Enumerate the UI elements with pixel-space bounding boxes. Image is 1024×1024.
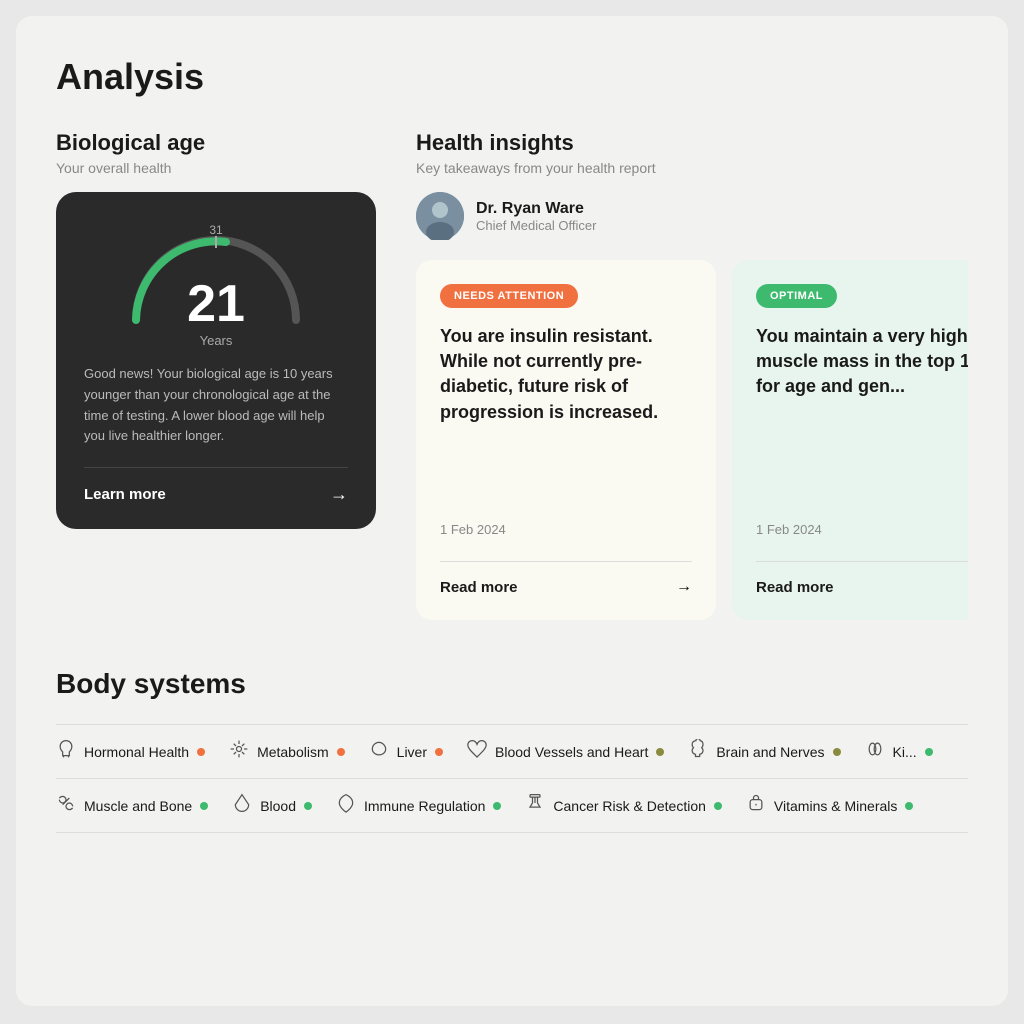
blood-vessels-dot [656, 748, 664, 756]
gauge-container: 31 21 Years [116, 220, 316, 340]
kidneys-dot [925, 748, 933, 756]
hormonal-dot [197, 748, 205, 756]
svg-text:31: 31 [209, 223, 223, 237]
muscle-dot [200, 802, 208, 810]
doctor-info: Dr. Ryan Ware Chief Medical Officer [476, 200, 596, 233]
bio-description: Good news! Your biological age is 10 yea… [84, 364, 348, 447]
hormonal-icon [56, 739, 76, 764]
system-item-liver[interactable]: Liver [369, 739, 467, 764]
liver-dot [435, 748, 443, 756]
systems-grid: Hormonal Health Metabolism Liver [56, 724, 968, 833]
kidneys-name: Ki... [893, 744, 917, 760]
bio-divider [84, 467, 348, 468]
insight-date-2: 1 Feb 2024 [756, 522, 968, 537]
arrow-right-icon-1: → [676, 578, 692, 596]
insight-card-attention: NEEDS ATTENTION You are insulin resistan… [416, 260, 716, 620]
insights-title: Health insights [416, 130, 968, 156]
system-item-brain[interactable]: Brain and Nerves [688, 739, 864, 764]
insight-text-1: You are insulin resistant. While not cur… [440, 324, 692, 510]
read-more-text-1: Read more [440, 579, 518, 596]
insight-divider-1 [440, 561, 692, 562]
blood-vessels-icon [467, 739, 487, 764]
blood-name: Blood [260, 798, 296, 814]
needs-attention-badge: NEEDS ATTENTION [440, 284, 578, 308]
read-more-text-2: Read more [756, 579, 834, 596]
system-item-metabolism[interactable]: Metabolism [229, 739, 369, 764]
gauge-number: 21 [187, 278, 245, 330]
system-item-immune[interactable]: Immune Regulation [336, 793, 525, 818]
liver-icon [369, 739, 389, 764]
insight-card-optimal: OPTIMAL You maintain a very high muscle … [732, 260, 968, 620]
learn-more-row[interactable]: Learn more → [84, 484, 348, 505]
cancer-icon [525, 793, 545, 818]
vitamins-dot [905, 802, 913, 810]
metabolism-dot [337, 748, 345, 756]
page-title: Analysis [56, 56, 968, 98]
doctor-row: Dr. Ryan Ware Chief Medical Officer [416, 192, 968, 240]
system-item-muscle[interactable]: Muscle and Bone [56, 793, 232, 818]
hormonal-name: Hormonal Health [84, 744, 189, 760]
doctor-title: Chief Medical Officer [476, 218, 596, 233]
arrow-right-icon: → [330, 484, 348, 505]
insight-divider-2 [756, 561, 968, 562]
blood-vessels-name: Blood Vessels and Heart [495, 744, 648, 760]
blood-icon [232, 793, 252, 818]
immune-dot [493, 802, 501, 810]
insight-date-1: 1 Feb 2024 [440, 522, 692, 537]
insights-subtitle: Key takeaways from your health report [416, 160, 968, 176]
immune-icon [336, 793, 356, 818]
bio-age-subtitle: Your overall health [56, 160, 376, 176]
immune-name: Immune Regulation [364, 798, 485, 814]
brain-dot [833, 748, 841, 756]
optimal-badge: OPTIMAL [756, 284, 837, 308]
doctor-avatar [416, 192, 464, 240]
blood-dot [304, 802, 312, 810]
cancer-dot [714, 802, 722, 810]
systems-row-2: Muscle and Bone Blood Immune Regulation [56, 778, 968, 833]
body-systems-section: Body systems Hormonal Health Metabolism [56, 668, 968, 833]
vitamins-icon [746, 793, 766, 818]
learn-more-text: Learn more [84, 486, 166, 503]
insights-cards: NEEDS ATTENTION You are insulin resistan… [416, 260, 968, 620]
brain-name: Brain and Nerves [716, 744, 824, 760]
vitamins-name: Vitamins & Minerals [774, 798, 897, 814]
gauge-label: Years [200, 333, 233, 348]
read-more-row-1[interactable]: Read more → [440, 578, 692, 596]
main-container: Analysis Biological age Your overall hea… [16, 16, 1008, 1006]
insight-text-2: You maintain a very high muscle mass in … [756, 324, 968, 510]
bio-age-card: 31 21 Years Good news! Your biological a… [56, 192, 376, 529]
muscle-icon [56, 793, 76, 818]
liver-name: Liver [397, 744, 427, 760]
metabolism-name: Metabolism [257, 744, 329, 760]
read-more-row-2[interactable]: Read more → [756, 578, 968, 596]
body-systems-title: Body systems [56, 668, 968, 700]
bio-age-section: Biological age Your overall health 31 [56, 130, 376, 620]
system-item-blood-vessels[interactable]: Blood Vessels and Heart [467, 739, 688, 764]
system-item-cancer[interactable]: Cancer Risk & Detection [525, 793, 746, 818]
brain-icon [688, 739, 708, 764]
systems-row-1: Hormonal Health Metabolism Liver [56, 724, 968, 778]
doctor-name: Dr. Ryan Ware [476, 200, 596, 218]
kidneys-icon [865, 739, 885, 764]
health-insights-section: Health insights Key takeaways from your … [416, 130, 968, 620]
system-item-kidneys[interactable]: Ki... [865, 739, 957, 764]
top-section: Biological age Your overall health 31 [56, 130, 968, 620]
bio-age-title: Biological age [56, 130, 376, 156]
muscle-name: Muscle and Bone [84, 798, 192, 814]
cancer-name: Cancer Risk & Detection [553, 798, 706, 814]
system-item-hormonal[interactable]: Hormonal Health [56, 739, 229, 764]
system-item-vitamins[interactable]: Vitamins & Minerals [746, 793, 937, 818]
metabolism-icon [229, 739, 249, 764]
system-item-blood[interactable]: Blood [232, 793, 336, 818]
